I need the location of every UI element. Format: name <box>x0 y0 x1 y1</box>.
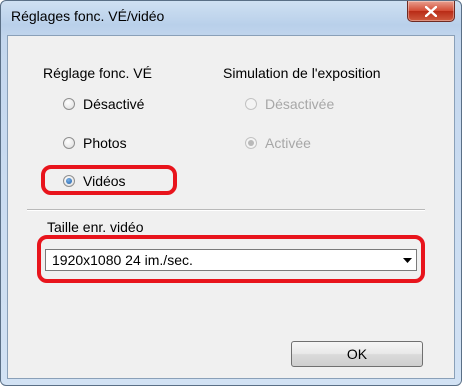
radio-exposure-disabled: Désactivée <box>245 96 334 112</box>
dialog-client-area <box>7 35 455 379</box>
close-button[interactable] <box>407 1 455 22</box>
dropdown-selected-value: 1920x1080 24 im./sec. <box>52 252 193 268</box>
radio-live-view-photos[interactable]: Photos <box>63 135 127 151</box>
window-title: Réglages fonc. VÉ/vidéo <box>11 8 165 24</box>
radio-label: Photos <box>83 135 127 151</box>
close-icon <box>425 5 437 17</box>
live-view-heading: Réglage fonc. VÉ <box>43 65 152 81</box>
radio-label: Activée <box>265 135 311 151</box>
radio-label: Désactivé <box>83 96 145 112</box>
exposure-sim-heading: Simulation de l'exposition <box>223 65 381 81</box>
title-bar[interactable]: Réglages fonc. VÉ/vidéo <box>1 1 461 35</box>
radio-label: Désactivée <box>265 96 335 112</box>
movie-size-label: Taille enr. vidéo <box>47 219 144 235</box>
radio-exposure-enabled: Activée <box>245 135 311 151</box>
group-separator <box>27 209 425 211</box>
dialog-window: Réglages fonc. VÉ/vidéo Réglage fonc. VÉ… <box>0 0 462 386</box>
dropdown-arrow[interactable] <box>398 257 416 263</box>
radio-label: Vidéos <box>83 173 126 189</box>
chevron-down-icon <box>402 257 412 263</box>
radio-live-view-disabled[interactable]: Désactivé <box>63 96 144 112</box>
radio-button-disabled <box>245 98 257 110</box>
radio-live-view-movies[interactable]: Vidéos <box>63 173 126 189</box>
radio-button[interactable] <box>63 98 75 110</box>
movie-size-dropdown[interactable]: 1920x1080 24 im./sec. <box>45 249 417 271</box>
radio-button-selected[interactable] <box>63 175 75 187</box>
radio-button[interactable] <box>63 137 75 149</box>
radio-button-disabled-selected <box>245 137 257 149</box>
ok-button[interactable]: OK <box>291 341 423 367</box>
